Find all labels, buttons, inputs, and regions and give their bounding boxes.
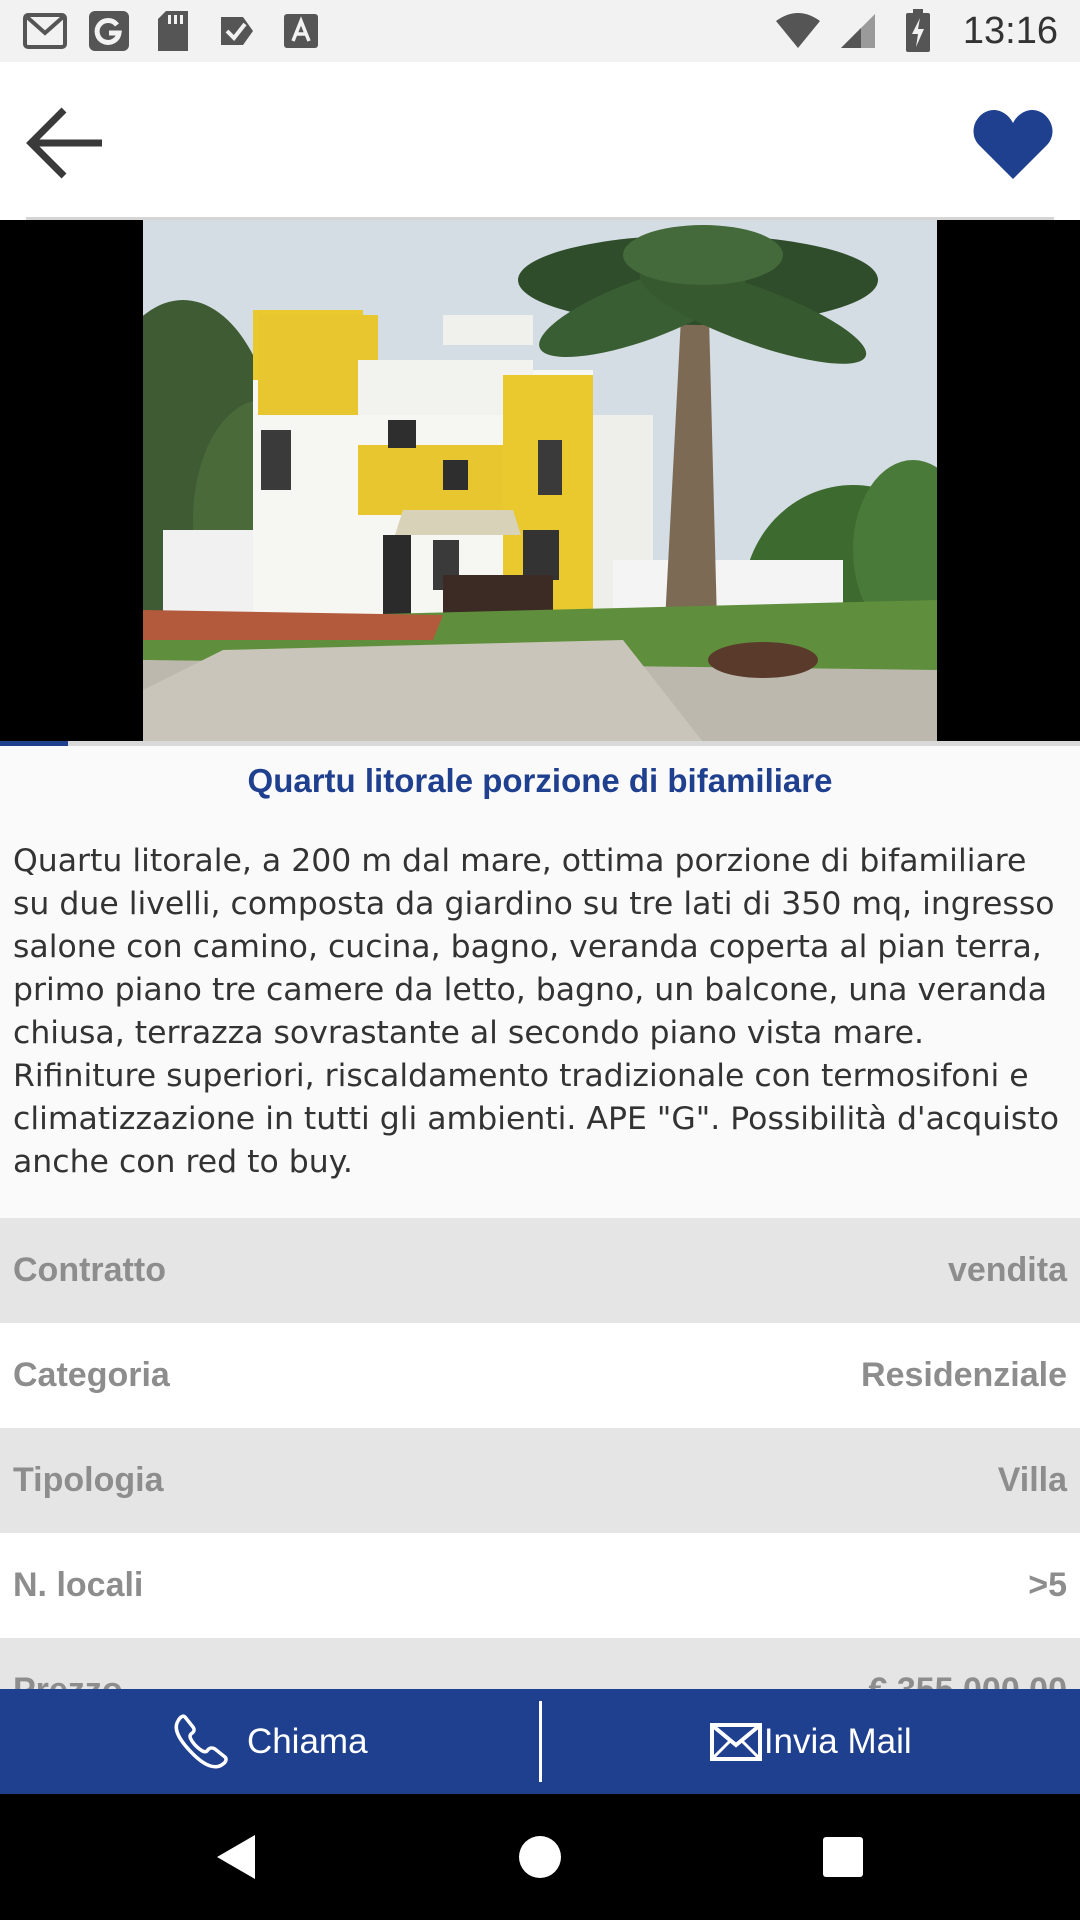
- detail-value: Villa: [997, 1461, 1067, 1499]
- call-label: Chiama: [246, 1721, 368, 1761]
- nav-recents-button[interactable]: [810, 1824, 876, 1890]
- status-time: 13:16: [962, 9, 1058, 52]
- phone-icon: [174, 1713, 228, 1768]
- favorite-button[interactable]: [968, 100, 1058, 190]
- detail-label: Tipologia: [13, 1461, 164, 1499]
- nav-home-button[interactable]: [507, 1824, 573, 1890]
- gallery-progress-indicator: [0, 741, 68, 746]
- call-button[interactable]: Chiama: [0, 1689, 539, 1794]
- detail-value: Residenziale: [861, 1356, 1067, 1394]
- detail-label: Contratto: [13, 1251, 166, 1289]
- detail-value: vendita: [947, 1251, 1067, 1289]
- wifi-icon: [775, 8, 821, 54]
- listing-description: Quartu litorale, a 200 m dal mare, ottim…: [13, 843, 1059, 1180]
- envelope-icon: [709, 1722, 762, 1761]
- heart-icon: [973, 109, 1053, 179]
- listing-title: Quartu litorale porzione di bifamiliare: [247, 762, 833, 799]
- circle-home-icon: [519, 1836, 561, 1878]
- status-bar-system: 13:16: [775, 8, 1058, 54]
- triangle-back-icon: [217, 1835, 255, 1879]
- detail-row-contratto: Contratto vendita: [0, 1218, 1080, 1323]
- google-icon: [86, 8, 132, 54]
- property-photo[interactable]: [143, 220, 937, 742]
- task-check-icon: [214, 8, 260, 54]
- detail-row-tipologia: Tipologia Villa: [0, 1428, 1080, 1533]
- back-button[interactable]: [20, 98, 110, 188]
- detail-row-categoria: Categoria Residenziale: [0, 1323, 1080, 1428]
- contact-action-bar: Chiama Invia Mail: [0, 1689, 1080, 1794]
- screen: 13:16 Quartu litorale porzione di bifami…: [0, 0, 1080, 1920]
- details-table: Contratto vendita Categoria Residenziale…: [0, 1218, 1080, 1743]
- mail-label: Invia Mail: [763, 1721, 912, 1761]
- signal-icon: [835, 8, 881, 54]
- status-bar: 13:16: [0, 0, 1080, 62]
- status-bar-notifications: [22, 8, 324, 54]
- gallery-progress-track: [0, 741, 1080, 746]
- detail-value: >5: [1028, 1566, 1067, 1604]
- battery-charging-icon: [895, 8, 941, 54]
- send-mail-button[interactable]: Invia Mail: [542, 1689, 1080, 1794]
- detail-label: Categoria: [13, 1356, 170, 1394]
- gmail-icon: [22, 8, 68, 54]
- detail-row-locali: N. locali >5: [0, 1533, 1080, 1638]
- photo-gallery[interactable]: [0, 220, 1080, 742]
- detail-label: N. locali: [13, 1566, 144, 1604]
- nav-back-button[interactable]: [204, 1824, 270, 1890]
- square-recents-icon: [823, 1837, 863, 1877]
- system-navigation-bar: [0, 1794, 1080, 1920]
- arrow-left-icon: [26, 107, 102, 179]
- sd-card-icon: [150, 8, 196, 54]
- app-bar: [0, 62, 1080, 220]
- font-a-icon: [278, 8, 324, 54]
